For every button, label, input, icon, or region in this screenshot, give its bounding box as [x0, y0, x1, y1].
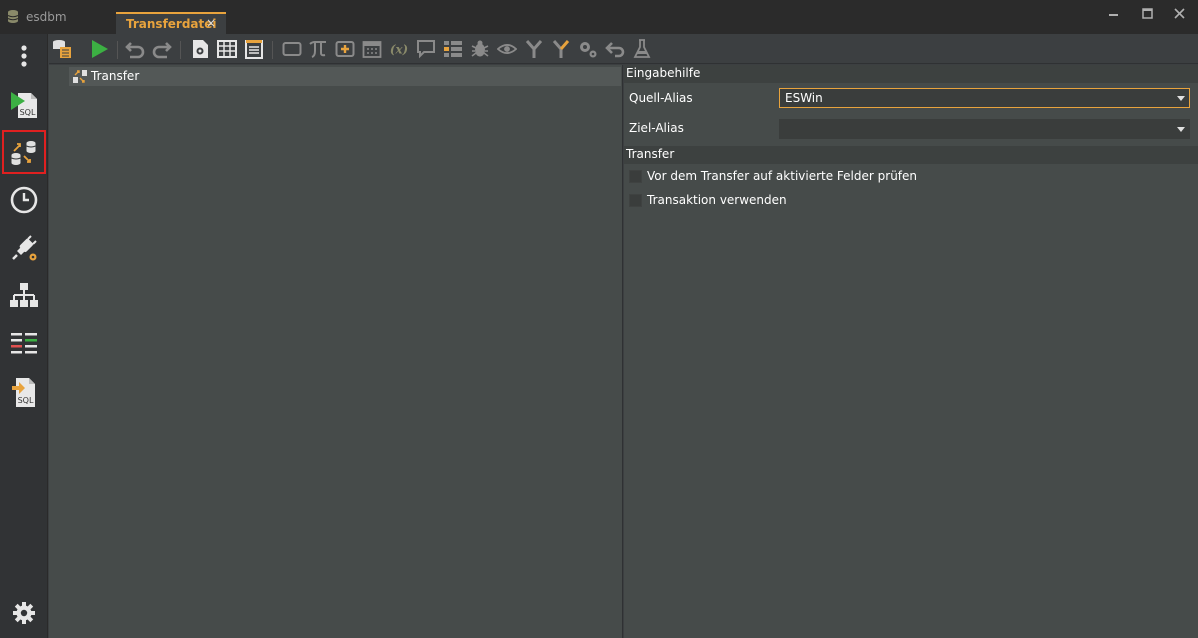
target-alias-select[interactable] — [779, 119, 1190, 139]
calendar-icon[interactable] — [362, 39, 382, 59]
hierarchy-icon[interactable] — [2, 274, 46, 318]
sql-import-icon[interactable]: SQL — [2, 370, 46, 414]
close-icon[interactable] — [1166, 4, 1192, 24]
toolbar-separator — [117, 41, 118, 59]
toolbar-separator — [272, 41, 273, 59]
database-file-icon[interactable] — [52, 39, 72, 59]
return-icon[interactable] — [605, 39, 625, 59]
section-header-input-help: Eingabehilfe — [624, 65, 1198, 83]
chevron-down-icon[interactable] — [1177, 96, 1185, 101]
sidebar: SQL SQL — [0, 34, 48, 638]
tab-transferdatei[interactable]: Transferdatei × — [116, 12, 226, 34]
section-header-transfer: Transfer — [624, 146, 1198, 164]
use-transaction-label: Transaktion verwenden — [647, 193, 787, 207]
pi-icon[interactable] — [308, 39, 328, 59]
file-settings-icon[interactable] — [190, 39, 210, 59]
eye-icon[interactable] — [497, 39, 517, 59]
notepad-icon[interactable] — [244, 39, 264, 59]
target-alias-label: Ziel-Alias — [629, 121, 684, 135]
redo-icon[interactable] — [152, 39, 172, 59]
gears-icon[interactable] — [578, 39, 598, 59]
source-alias-value: ESWin — [785, 91, 823, 105]
more-vertical-icon[interactable] — [2, 34, 46, 78]
plugin-settings-icon[interactable] — [2, 226, 46, 270]
bug-icon[interactable] — [470, 39, 490, 59]
tree-panel: Transfer — [49, 65, 623, 638]
branch-alt-icon[interactable] — [551, 39, 571, 59]
compare-lines-icon[interactable] — [2, 322, 46, 366]
source-alias-label: Quell-Alias — [629, 91, 693, 105]
tree-item-transfer[interactable]: Transfer — [69, 67, 621, 86]
function-icon[interactable]: (x) — [389, 39, 409, 59]
maximize-icon[interactable] — [1134, 4, 1160, 24]
database-icon — [7, 10, 19, 23]
check-fields-checkbox[interactable] — [629, 170, 642, 183]
properties-panel: Eingabehilfe Quell-Alias ESWin Ziel-Alia… — [624, 65, 1198, 638]
tab-label: Transferdatei — [126, 17, 217, 31]
toolbar: (x) — [49, 34, 1198, 64]
minimize-icon[interactable] — [1100, 4, 1126, 24]
flask-icon[interactable] — [632, 39, 652, 59]
tab-close-button[interactable]: × — [206, 16, 216, 30]
data-transfer-icon — [73, 70, 87, 83]
run-icon[interactable] — [89, 39, 109, 59]
title-bar: esdbm Transferdatei × — [0, 0, 1198, 34]
sql-label: SQL — [18, 396, 34, 405]
sql-label: SQL — [20, 108, 36, 117]
use-transaction-checkbox[interactable] — [629, 194, 642, 207]
source-alias-select[interactable]: ESWin — [779, 88, 1190, 108]
table-grid-icon[interactable] — [217, 39, 237, 59]
svg-text:(x): (x) — [390, 43, 408, 57]
clock-icon[interactable] — [2, 178, 46, 222]
sql-script-run-icon[interactable]: SQL — [2, 82, 46, 126]
settings-gear-icon[interactable] — [2, 591, 46, 635]
tree-item-label: Transfer — [91, 69, 140, 83]
toolbar-separator — [180, 41, 181, 59]
rectangle-icon[interactable] — [282, 39, 302, 59]
branch-icon[interactable] — [524, 39, 544, 59]
list-icon[interactable] — [443, 39, 463, 59]
plus-box-icon[interactable] — [335, 39, 355, 59]
check-fields-label: Vor dem Transfer auf aktivierte Felder p… — [647, 169, 918, 183]
comment-icon[interactable] — [416, 39, 436, 59]
undo-icon[interactable] — [125, 39, 145, 59]
chevron-down-icon[interactable] — [1177, 127, 1185, 132]
data-transfer-icon[interactable] — [2, 130, 46, 174]
app-name: esdbm — [26, 10, 67, 24]
